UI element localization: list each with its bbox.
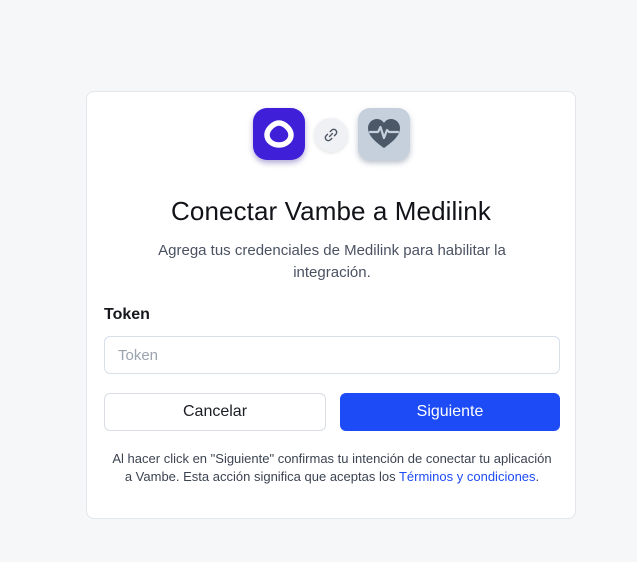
disclaimer-suffix: . — [535, 469, 540, 484]
token-label: Token — [104, 306, 150, 323]
dialog-title: Conectar Vambe a Medilink — [171, 196, 491, 226]
vambe-logo-icon — [253, 108, 305, 160]
terms-link[interactable]: Términos y condiciones — [399, 469, 536, 484]
dialog-subtitle: Agrega tus credenciales de Medilink para… — [158, 242, 506, 281]
cancel-button[interactable]: Cancelar — [104, 393, 326, 431]
link-icon — [314, 118, 348, 152]
token-input[interactable] — [104, 336, 560, 374]
next-button[interactable]: Siguiente — [340, 393, 560, 431]
integration-logos — [87, 108, 575, 164]
consent-disclaimer: Al hacer click en "Siguiente" confirmas … — [109, 450, 555, 486]
connect-dialog: Conectar Vambe a Medilink Agrega tus cre… — [86, 91, 576, 519]
heart-pulse-icon — [358, 108, 410, 160]
